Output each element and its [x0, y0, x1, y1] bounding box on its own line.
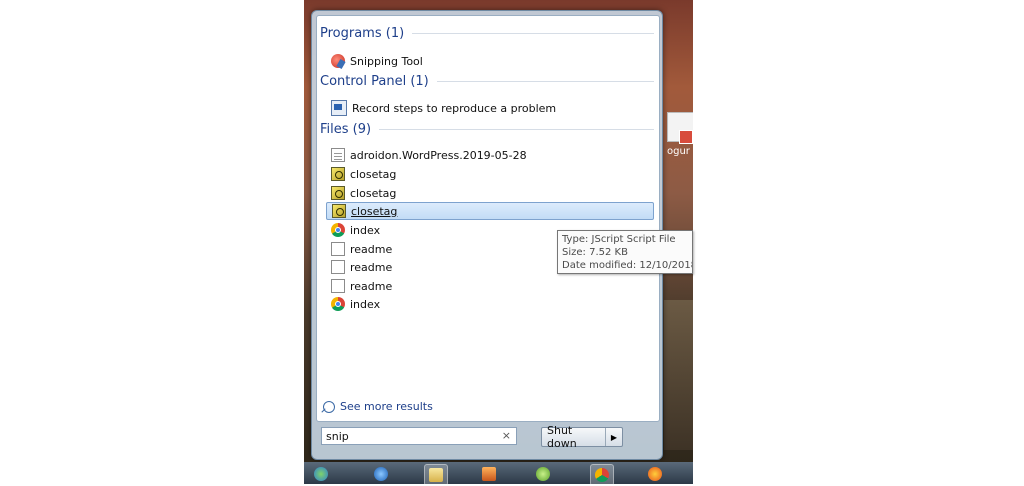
search-input[interactable]: snip ×: [321, 427, 517, 445]
result-label: Snipping Tool: [350, 54, 423, 68]
file-result[interactable]: adroidon.WordPress.2019-05-28: [331, 146, 657, 164]
file-info-tooltip: Type: JScript Script File Size: 7.52 KB …: [557, 230, 693, 274]
files-header-label: Files (9): [320, 122, 372, 137]
result-record-steps[interactable]: Record steps to reproduce a problem: [331, 99, 657, 117]
search-value: snip: [326, 430, 349, 443]
jscript-file-icon: [332, 204, 346, 218]
header-divider: [379, 129, 654, 130]
taskbar-firefox-button[interactable]: [644, 464, 666, 484]
chrome-icon: [595, 468, 609, 482]
result-label: readme: [350, 260, 393, 274]
programs-group-header[interactable]: Programs (1): [320, 26, 654, 41]
media-player-icon: [482, 467, 496, 481]
control-panel-header-label: Control Panel (1): [320, 74, 429, 89]
header-divider: [412, 33, 654, 34]
start-orb-button[interactable]: [310, 464, 332, 484]
see-more-results-link[interactable]: See more results: [323, 400, 433, 413]
see-more-label: See more results: [340, 400, 433, 413]
result-snipping-tool[interactable]: Snipping Tool: [331, 52, 657, 70]
taskbar-chrome-button[interactable]: [590, 464, 614, 486]
folder-icon: [429, 468, 443, 482]
blank-file-icon: [331, 279, 345, 293]
control-panel-group-header[interactable]: Control Panel (1): [320, 74, 654, 89]
files-group-header[interactable]: Files (9): [320, 122, 654, 137]
result-label: Record steps to reproduce a problem: [352, 101, 557, 115]
result-label: closetag: [350, 186, 397, 200]
result-label: closetag: [351, 204, 398, 218]
programs-header-label: Programs (1): [320, 26, 405, 41]
windows-logo-icon: [314, 467, 328, 481]
result-label: index: [350, 297, 381, 311]
document-icon: [331, 148, 345, 162]
file-result-selected[interactable]: closetag: [326, 202, 654, 220]
jscript-file-icon: [331, 167, 345, 181]
internet-explorer-icon: [374, 467, 388, 481]
file-result[interactable]: readme: [331, 277, 657, 295]
tooltip-type: Type: JScript Script File: [562, 234, 676, 245]
firefox-icon: [648, 467, 662, 481]
desktop-shortcut[interactable]: ogur: [667, 112, 693, 172]
file-result[interactable]: closetag: [331, 184, 657, 202]
result-label: readme: [350, 279, 393, 293]
result-label: readme: [350, 242, 393, 256]
result-label: index: [350, 223, 381, 237]
tooltip-size: Size: 7.52 KB: [562, 247, 628, 258]
magnifier-icon: [323, 400, 335, 413]
chrome-icon: [331, 223, 345, 237]
wallpaper-detail: [664, 300, 693, 450]
taskbar-media-button[interactable]: [478, 464, 500, 484]
chrome-icon: [331, 297, 345, 311]
taskbar-ie-button[interactable]: [370, 464, 392, 484]
desktop-shortcut-label: ogur: [667, 146, 690, 157]
clear-search-icon[interactable]: ×: [502, 429, 511, 442]
app-icon: [536, 467, 550, 481]
shutdown-label: Shut down: [547, 424, 577, 450]
blank-file-icon: [331, 242, 345, 256]
shutdown-button[interactable]: Shut down ▶: [541, 424, 623, 450]
taskbar-app-button[interactable]: [532, 464, 554, 484]
search-results-pane: Programs (1) Snipping Tool Control Panel…: [316, 15, 660, 422]
shortcut-badge-icon: [679, 130, 693, 144]
taskbar: [304, 462, 693, 486]
scissors-icon: [331, 54, 345, 68]
taskbar-explorer-button[interactable]: [424, 464, 448, 486]
file-result[interactable]: closetag: [331, 165, 657, 183]
shutdown-options-arrow-icon[interactable]: ▶: [605, 428, 622, 446]
result-label: adroidon.WordPress.2019-05-28: [350, 148, 527, 162]
result-label: closetag: [350, 167, 397, 181]
jscript-file-icon: [331, 186, 345, 200]
blank-file-icon: [331, 260, 345, 274]
file-result[interactable]: index: [331, 295, 657, 313]
header-divider: [436, 81, 654, 82]
tooltip-date-modified: Date modified: 12/10/2018 1: [562, 260, 693, 271]
steps-recorder-icon: [331, 100, 347, 116]
